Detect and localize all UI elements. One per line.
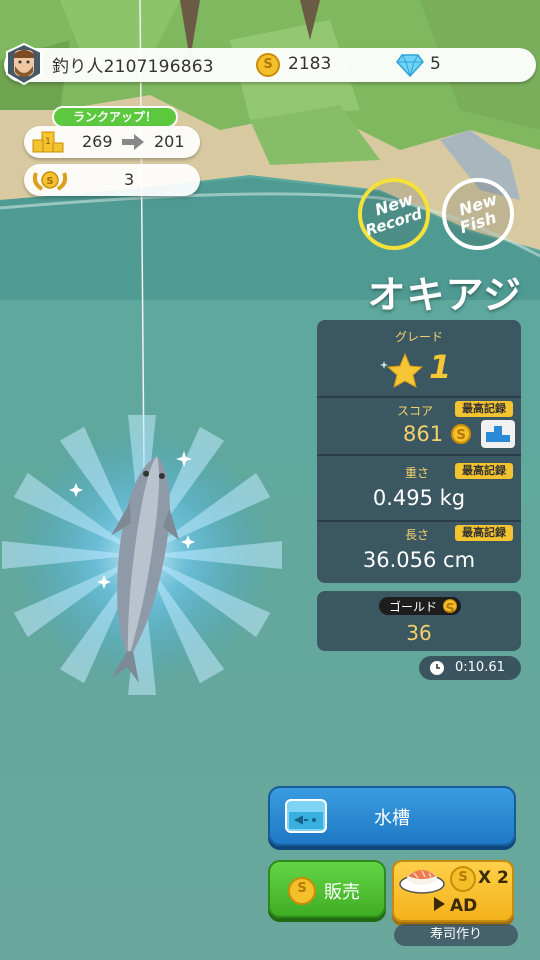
catch-stats-panel: グレード 1 スコア 最高記録 861 重さ 最高記録 0.495 kg 長さ … <box>317 320 521 583</box>
fish-name: オキアジ <box>367 273 522 317</box>
podium-icon: 1 <box>32 130 64 154</box>
length-label: 長さ <box>405 528 430 542</box>
laurel-panel: S 3 <box>24 164 200 196</box>
rank-up-badge: ランクアップ！ <box>52 106 178 128</box>
score-label: スコア <box>397 404 434 418</box>
player-name: 釣り人2107196863 <box>52 57 214 77</box>
play-icon <box>432 896 446 912</box>
grade-label: グレード <box>394 330 443 344</box>
ad-label: AD <box>450 896 478 916</box>
aquarium-button-label: 水槽 <box>374 808 410 829</box>
gold-value: 36 <box>406 621 432 645</box>
sushi-icon <box>398 864 446 894</box>
length-best-badge: 最高記録 <box>455 525 513 541</box>
aquarium-button[interactable]: 水槽 <box>268 786 516 846</box>
divider <box>317 520 521 522</box>
multiplier-label: X 2 <box>478 868 509 888</box>
divider <box>317 396 521 398</box>
weight-value: 0.495 kg <box>372 486 466 510</box>
sell-button-label: 販売 <box>324 882 360 903</box>
gold-label: ゴールド <box>389 600 438 614</box>
laurel-value: 3 <box>124 170 135 189</box>
gem-balance: 5 <box>430 54 441 74</box>
grade-value: 1 <box>429 348 452 386</box>
arrow-right-icon <box>120 133 146 151</box>
coin-icon <box>256 53 280 77</box>
leaderboard-button[interactable] <box>481 420 515 448</box>
rank-from: 269 <box>82 132 113 151</box>
rank-panel: 1 269 201 <box>24 126 200 158</box>
laurel-coin-icon: S <box>30 167 70 193</box>
score-value: 861 <box>403 422 444 446</box>
timer-value: 0:10.61 <box>455 660 505 675</box>
divider <box>317 454 521 456</box>
weight-best-badge: 最高記録 <box>455 463 513 479</box>
new-record-badge: New Record <box>358 178 430 250</box>
svg-text:S: S <box>46 176 53 187</box>
weight-label: 重さ <box>405 466 430 480</box>
sushi-ad-button[interactable]: X 2 AD <box>392 860 514 922</box>
multiplier-coin-icon <box>450 866 476 892</box>
coin-balance: 2183 <box>288 54 332 74</box>
sell-button[interactable]: 販売 <box>268 860 386 918</box>
rank-to: 201 <box>154 132 185 151</box>
clock-icon <box>429 660 445 676</box>
length-value: 36.056 cm <box>362 548 476 572</box>
gold-coin-icon <box>443 599 457 613</box>
sell-coin-icon <box>288 877 316 905</box>
player-avatar[interactable] <box>4 42 44 86</box>
grade-star-icon <box>379 350 424 390</box>
sushi-make-label: 寿司作り <box>394 924 518 946</box>
gold-panel: ゴールド 36 <box>317 591 521 651</box>
catch-timer: 0:10.61 <box>419 656 521 680</box>
score-coin-icon <box>451 424 471 444</box>
gem-icon <box>396 53 424 78</box>
new-fish-badge: New Fish <box>442 178 514 250</box>
gold-label-bg: ゴールド <box>379 597 461 615</box>
svg-text:1: 1 <box>45 137 51 147</box>
score-best-badge: 最高記録 <box>455 401 513 417</box>
